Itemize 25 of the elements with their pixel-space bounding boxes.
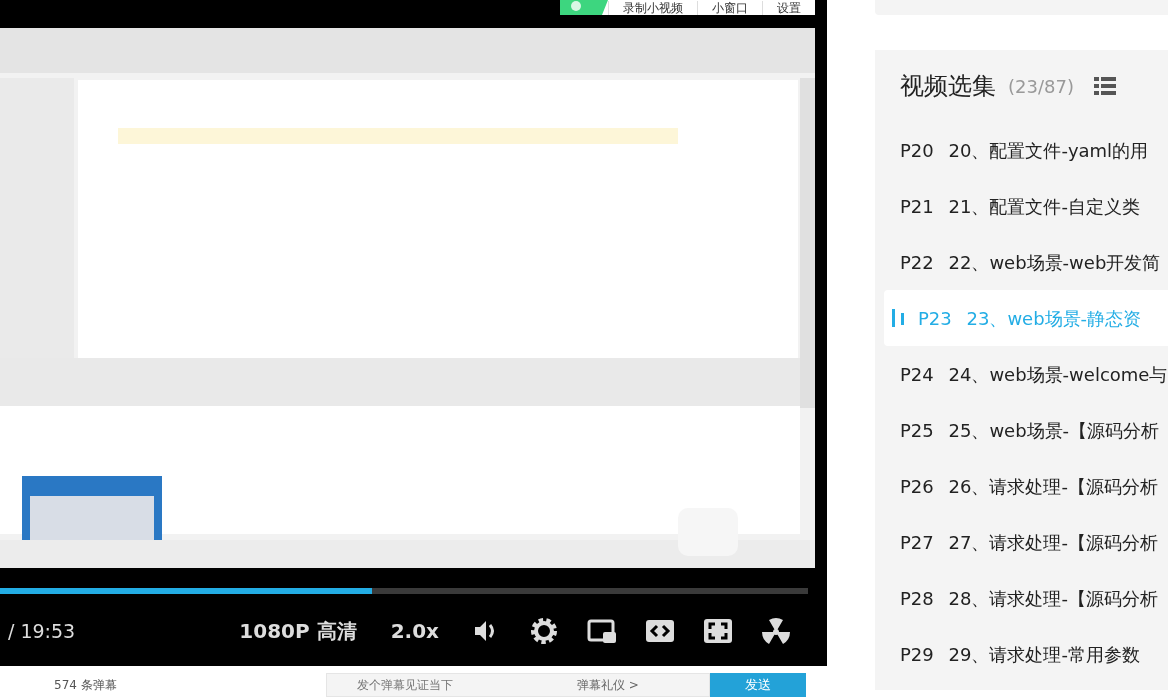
danmaku-input[interactable]: 发个弹幕见证当下 弹幕礼仪 > <box>326 673 710 697</box>
episode-item[interactable]: P21 21、配置文件-自定义类 <box>875 178 1168 234</box>
playing-icon <box>892 309 906 327</box>
episode-item[interactable]: P25 25、web场景-【源码分析 <box>875 402 1168 458</box>
episode-item[interactable]: P26 26、请求处理-【源码分析 <box>875 458 1168 514</box>
episode-item[interactable]: P24 24、web场景-welcome与 <box>875 346 1168 402</box>
quality-button[interactable]: 1080P 高清 <box>239 616 357 646</box>
episode-item[interactable]: P27 27、请求处理-【源码分析 <box>875 514 1168 570</box>
episode-item[interactable]: P28 28、请求处理-【源码分析 <box>875 570 1168 626</box>
episode-count: (23/87) <box>1008 74 1074 99</box>
episode-item[interactable]: P22 22、web场景-web开发简 <box>875 234 1168 290</box>
etiquette-link[interactable]: 弹幕礼仪 > <box>577 676 639 694</box>
speed-button[interactable]: 2.0x <box>390 616 439 646</box>
toolbar-button[interactable]: 小窗口 <box>697 1 762 15</box>
danmaku-count: 574 条弹幕 <box>54 677 118 694</box>
toolbar-button[interactable]: 设置 <box>762 1 815 15</box>
fullscreen-icon[interactable] <box>703 616 733 646</box>
playlist-title: 视频选集 <box>900 71 996 102</box>
time-label: / 19:53 <box>8 618 76 644</box>
episode-item[interactable]: P20 20、配置文件-yaml的用 <box>875 122 1168 178</box>
radiation-icon[interactable] <box>761 616 791 646</box>
toolbar-button[interactable]: 录制小视频 <box>608 1 697 15</box>
list-icon[interactable] <box>1093 77 1116 95</box>
episode-item[interactable]: P29 29、请求处理-常用参数 <box>875 626 1168 682</box>
settings-icon[interactable] <box>529 616 559 646</box>
